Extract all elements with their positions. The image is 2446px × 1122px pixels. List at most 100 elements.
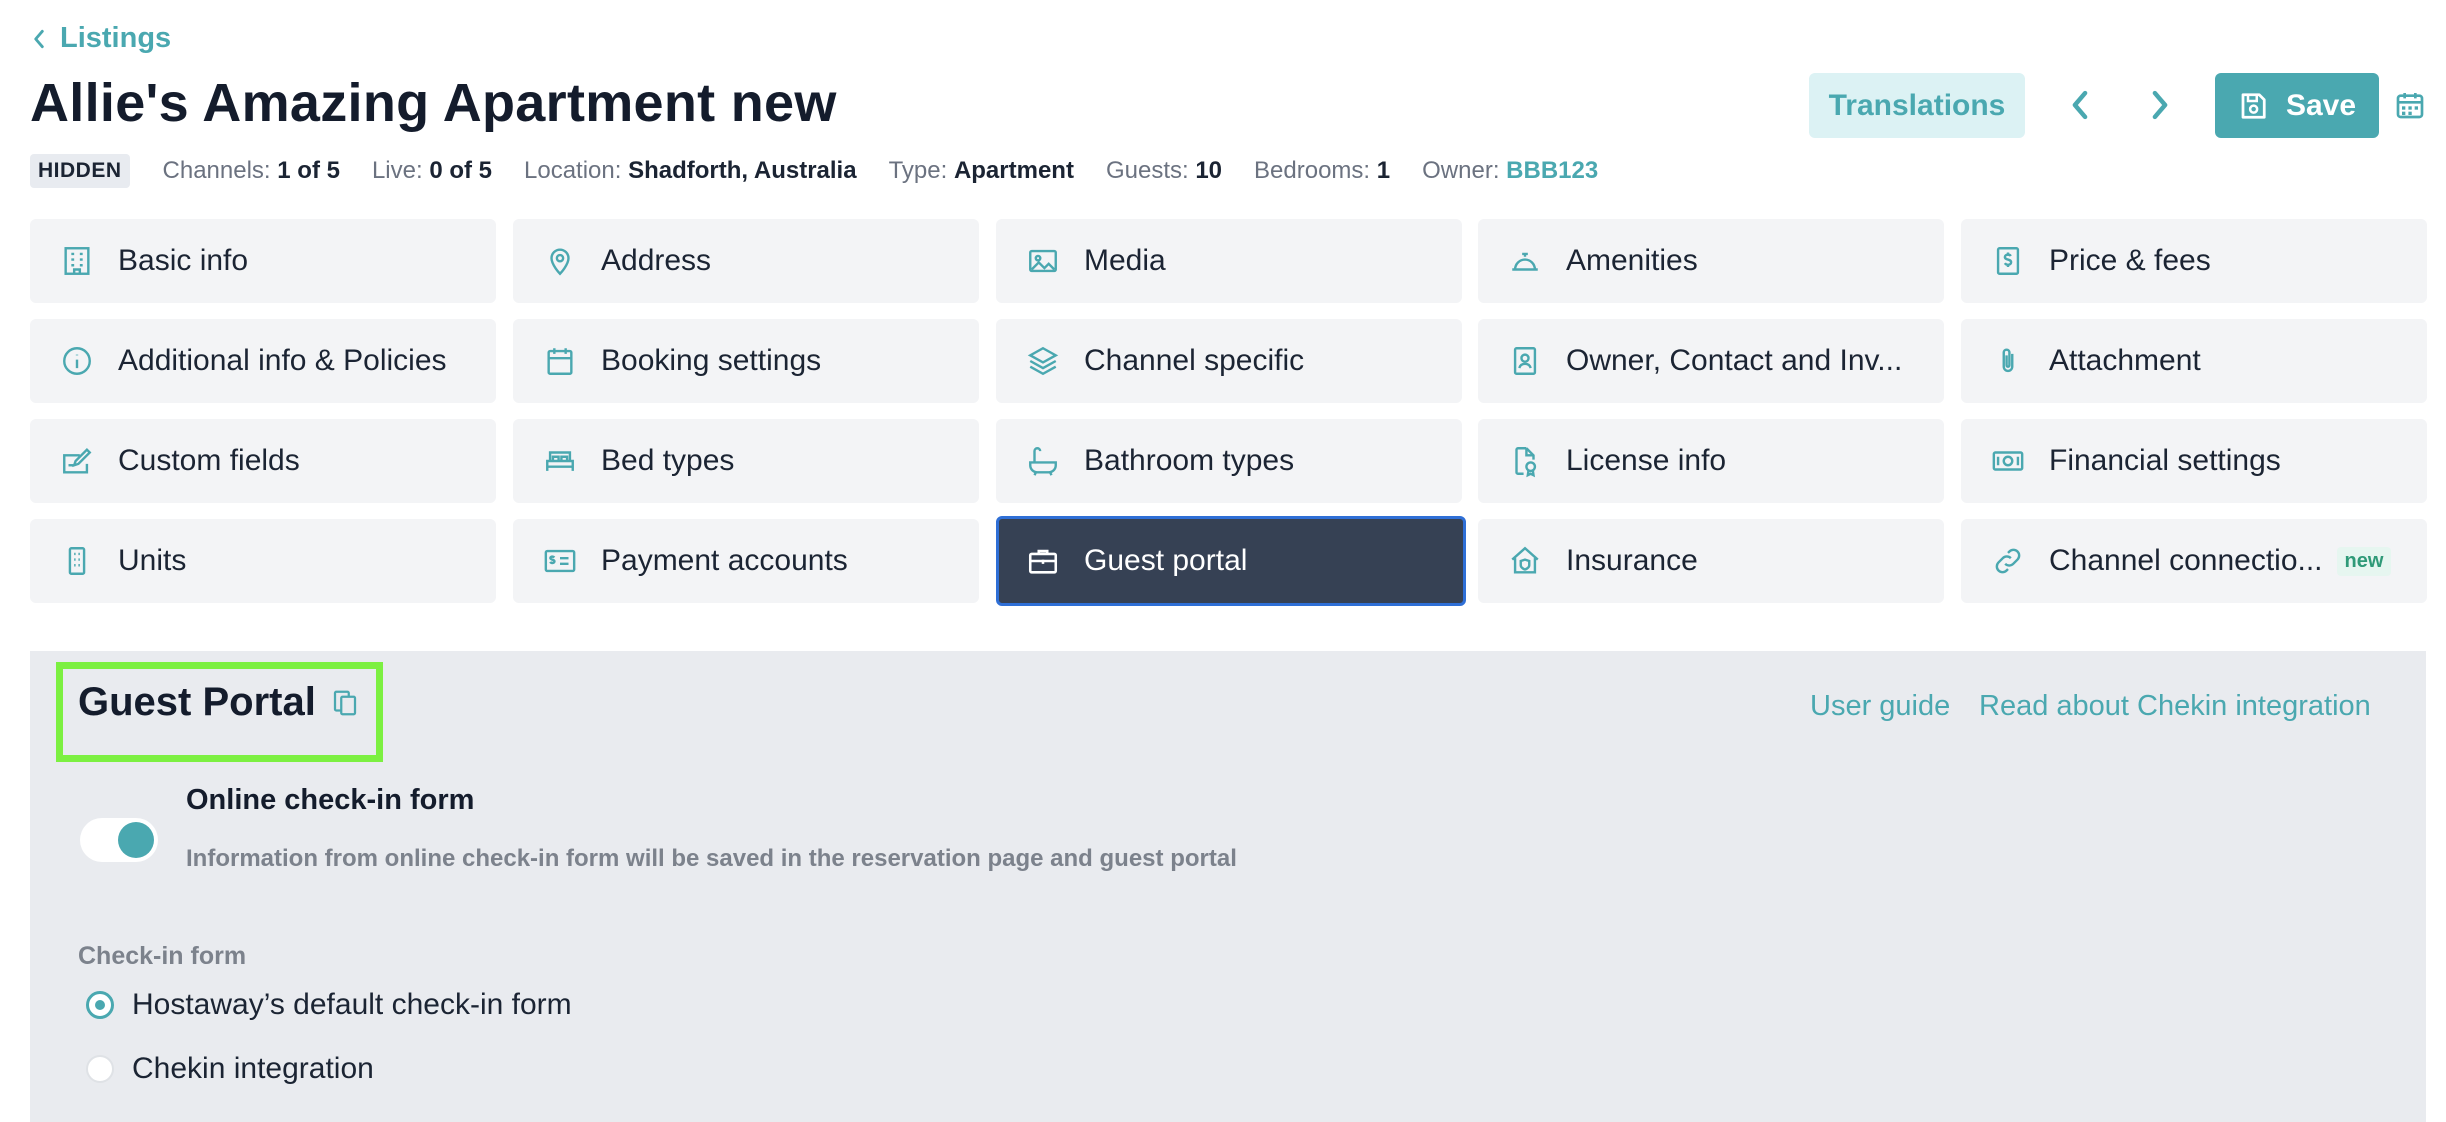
tile-units[interactable]: Units (30, 519, 496, 603)
next-listing-icon[interactable] (2148, 88, 2172, 122)
radio-default-checkin-form[interactable]: Hostaway’s default check-in form (86, 988, 572, 1022)
tile-insurance[interactable]: Insurance (1478, 519, 1944, 603)
previous-listing-icon[interactable] (2068, 88, 2092, 122)
payment-card-icon (543, 544, 577, 578)
tile-price-fees[interactable]: Price & fees (1961, 219, 2427, 303)
save-button-label: Save (2285, 88, 2357, 122)
service-bell-icon (1508, 244, 1542, 278)
meta-guests: Guests: 10 (1106, 157, 1222, 185)
floppy-disk-icon (2241, 92, 2266, 119)
meta-channels-label: Channels: (162, 157, 271, 184)
tile-additional-info-policies[interactable]: Additional info & Policies (30, 319, 496, 403)
tile-label: Bathroom types (1084, 444, 1295, 477)
tile-attachment[interactable]: Attachment (1961, 319, 2427, 403)
chevron-left-icon (34, 29, 44, 48)
new-badge: new (2336, 546, 2392, 576)
map-pin-icon (543, 244, 577, 278)
contact-card-icon (1508, 344, 1542, 378)
radio-button[interactable] (86, 1055, 114, 1083)
tile-label: Insurance (1566, 544, 1698, 577)
meta-type-label: Type: (888, 157, 948, 184)
meta-location-value: Shadforth, Australia (628, 157, 857, 184)
radio-label: Hostaway’s default check-in form (132, 988, 572, 1021)
tile-label: Channel specific (1084, 344, 1305, 377)
tile-label: Guest portal (1084, 544, 1248, 577)
meta-guests-value: 10 (1195, 157, 1223, 184)
chekin-integration-link[interactable]: Read about Chekin integration (1979, 690, 2371, 723)
tile-label: Additional info & Policies (118, 344, 447, 377)
tile-label: Booking settings (601, 344, 822, 377)
tile-basic-info[interactable]: Basic info (30, 219, 496, 303)
calendar-icon[interactable] (2394, 88, 2426, 122)
tile-custom-fields[interactable]: Custom fields (30, 419, 496, 503)
license-icon (1508, 444, 1542, 478)
tile-bed-types[interactable]: Bed types (513, 419, 979, 503)
checkin-form-label: Check-in form (78, 942, 247, 970)
meta-type: Type: Apartment (889, 157, 1074, 185)
translations-button[interactable]: Translations (1809, 73, 2025, 138)
meta-location: Location: Shadforth, Australia (524, 157, 857, 185)
tile-label: Payment accounts (601, 544, 848, 577)
meta-bedrooms: Bedrooms: 1 (1254, 157, 1390, 185)
tile-label: Attachment (2049, 344, 2201, 377)
radio-chekin-integration[interactable]: Chekin integration (86, 1052, 374, 1086)
meta-owner: Owner: BBB123 (1422, 157, 1598, 185)
meta-bedrooms-value: 1 (1376, 157, 1391, 184)
radio-button-selected[interactable] (86, 991, 114, 1019)
tile-channel-specific[interactable]: Channel specific (996, 319, 1462, 403)
back-link[interactable]: Listings (30, 22, 171, 55)
user-guide-link[interactable]: User guide (1810, 690, 1950, 723)
online-checkin-toggle[interactable] (80, 818, 158, 862)
meta-channels-value: 1 of 5 (277, 157, 340, 184)
tile-financial-settings[interactable]: Financial settings (1961, 419, 2427, 503)
tile-license-info[interactable]: License info (1478, 419, 1944, 503)
banknote-icon (1991, 444, 2025, 478)
briefcase-icon (1026, 544, 1060, 578)
meta-live-value: 0 of 5 (429, 157, 493, 184)
meta-live-label: Live: (371, 157, 423, 184)
save-button[interactable]: Save (2215, 73, 2379, 138)
owner-link[interactable]: BBB123 (1506, 157, 1598, 184)
tile-guest-portal[interactable]: Guest portal (996, 516, 1466, 606)
building-icon (60, 244, 94, 278)
meta-channels: Channels: 1 of 5 (163, 157, 340, 185)
tile-bathroom-types[interactable]: Bathroom types (996, 419, 1462, 503)
tile-payment-accounts[interactable]: Payment accounts (513, 519, 979, 603)
tile-label: License info (1566, 444, 1727, 477)
meta-bedrooms-label: Bedrooms: (1254, 157, 1371, 184)
toggle-knob (118, 822, 154, 858)
tile-address[interactable]: Address (513, 219, 979, 303)
status-badge: HIDDEN (30, 154, 130, 188)
tile-owner-contact[interactable]: Owner, Contact and Inv... (1478, 319, 1944, 403)
tile-label: Address (601, 244, 712, 277)
bathtub-icon (1026, 444, 1060, 478)
units-icon (60, 544, 94, 578)
meta-guests-label: Guests: (1105, 157, 1189, 184)
tile-media[interactable]: Media (996, 219, 1462, 303)
tile-booking-settings[interactable]: Booking settings (513, 319, 979, 403)
tile-label: Amenities (1566, 244, 1698, 277)
meta-location-label: Location: (524, 157, 622, 184)
listing-meta: HIDDEN Channels: 1 of 5 Live: 0 of 5 Loc… (30, 154, 1630, 188)
tile-label: Bed types (601, 444, 735, 477)
tile-amenities[interactable]: Amenities (1478, 219, 1944, 303)
edit-field-icon (60, 444, 94, 478)
paperclip-icon (1991, 344, 2025, 378)
tile-label: Units (118, 544, 187, 577)
image-icon (1026, 244, 1060, 278)
link-icon (1991, 544, 2025, 578)
online-checkin-description: Information from online check-in form wi… (186, 845, 1237, 872)
bed-icon (543, 444, 577, 478)
meta-type-value: Apartment (953, 157, 1074, 184)
layers-icon (1026, 344, 1060, 378)
guest-portal-heading: Guest Portal (78, 680, 360, 725)
info-icon (60, 344, 94, 378)
tile-label: Financial settings (2049, 444, 2281, 477)
tile-label: Channel connectio... (2049, 544, 2323, 577)
tile-label: Price & fees (2049, 244, 2211, 277)
online-checkin-title: Online check-in form (186, 784, 475, 816)
copy-icon[interactable] (330, 686, 360, 720)
tile-label: Owner, Contact and Inv... (1566, 344, 1903, 377)
tile-channel-connections[interactable]: Channel connectio... new (1961, 519, 2427, 603)
meta-live: Live: 0 of 5 (372, 157, 492, 185)
